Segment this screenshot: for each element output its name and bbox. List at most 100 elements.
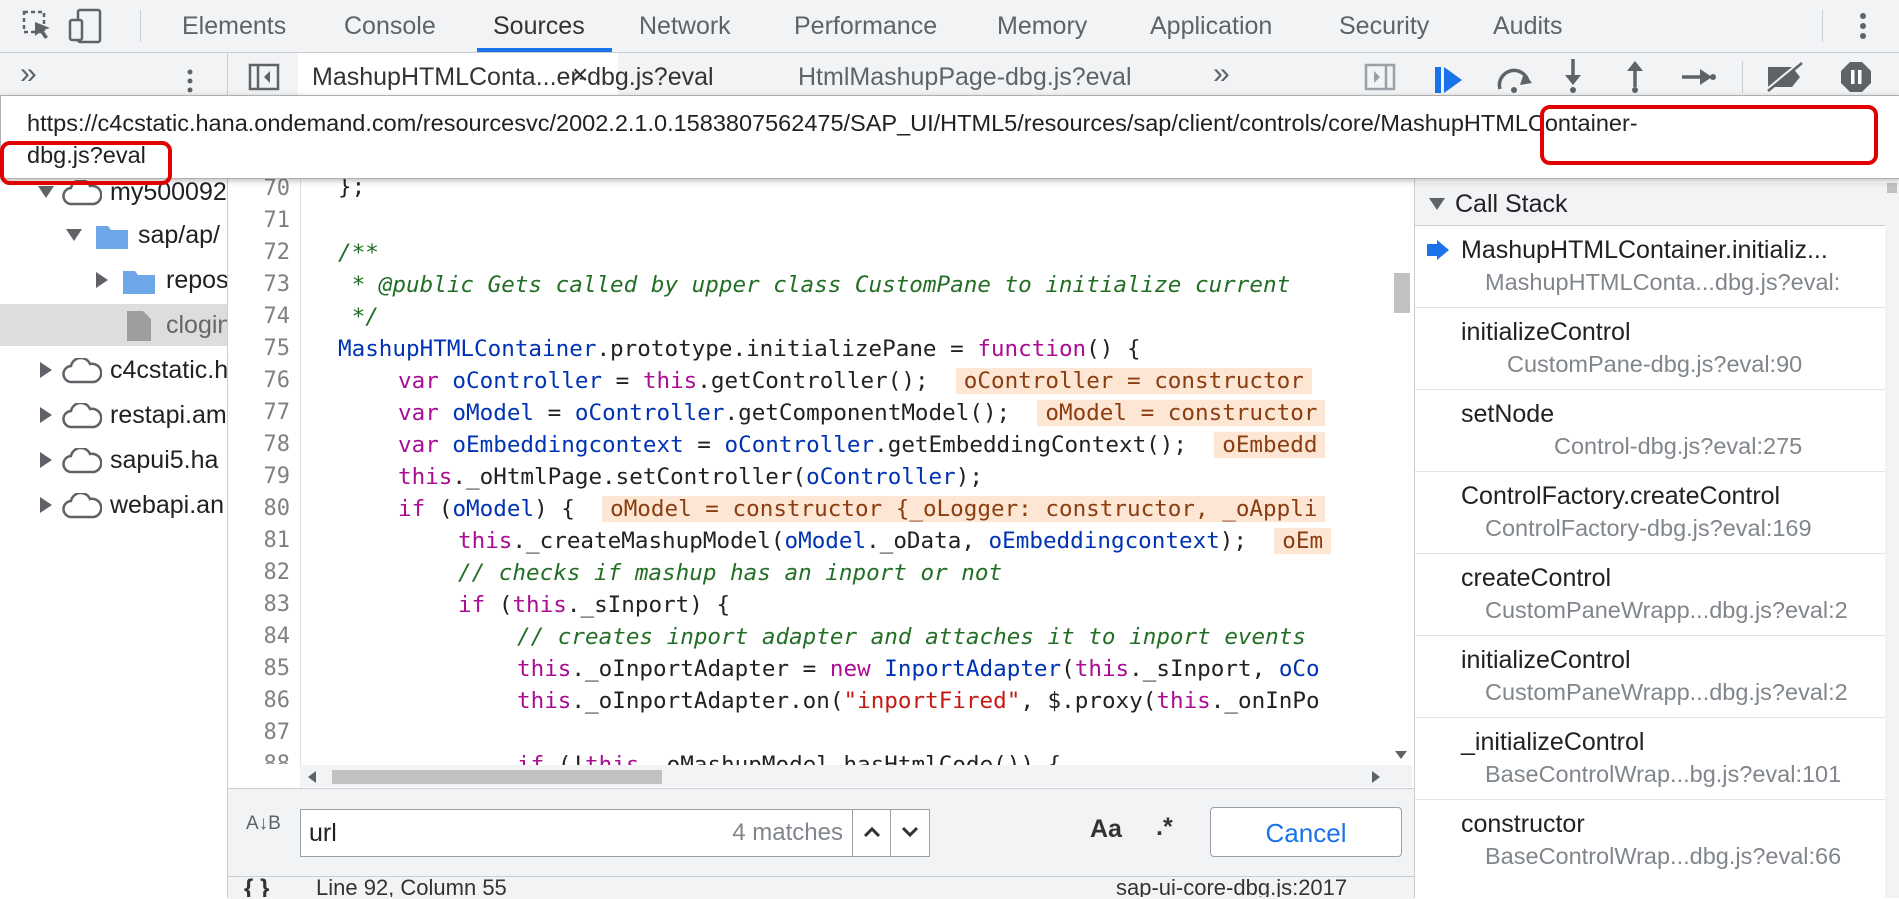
match-case-button[interactable]: Aa <box>1090 815 1122 844</box>
frame-location[interactable]: BaseControlWrap...bg.js?eval:101 <box>1485 761 1841 788</box>
frame-location[interactable]: CustomPaneWrapp...dbg.js?eval:2 <box>1485 679 1848 706</box>
folder-icon <box>96 226 128 249</box>
line-number[interactable]: 87 <box>228 720 291 745</box>
call-frame[interactable]: MashupHTMLContainer.initializ... MashupH… <box>1415 226 1885 308</box>
call-frame[interactable]: setNode Control-dbg.js?eval:275 <box>1415 390 1885 472</box>
scrollbar-thumb[interactable] <box>332 770 662 784</box>
scroll-down-icon[interactable] <box>1395 751 1407 759</box>
toggle-navigator-icon[interactable] <box>248 63 280 91</box>
call-frame[interactable]: initializeControl CustomPaneWrapp...dbg.… <box>1415 636 1885 718</box>
frame-location[interactable]: MashupHTMLConta...dbg.js?eval: <box>1485 269 1840 296</box>
tab-application[interactable]: Application <box>1150 0 1272 52</box>
more-tabs-icon[interactable]: » <box>1213 57 1230 91</box>
cancel-button[interactable]: Cancel <box>1210 807 1402 857</box>
line-number[interactable]: 76 <box>228 368 291 393</box>
folder-icon <box>123 271 155 294</box>
tab-performance[interactable]: Performance <box>794 0 937 52</box>
call-frame[interactable]: constructor BaseControlWrap...dbg.js?eva… <box>1415 800 1885 898</box>
toggle-debugger-icon[interactable] <box>1364 63 1396 91</box>
scroll-right-icon[interactable] <box>1372 771 1380 783</box>
call-frame[interactable]: ControlFactory.createControl ControlFact… <box>1415 472 1885 554</box>
call-frame[interactable]: initializeControl CustomPane-dbg.js?eval… <box>1415 308 1885 390</box>
call-stack-header[interactable]: Call Stack <box>1415 183 1885 226</box>
tree-item-repos[interactable]: repos <box>0 260 227 300</box>
tree-item-webapi[interactable]: webapi.an <box>0 485 227 525</box>
step-over-icon[interactable] <box>1494 63 1534 93</box>
tree-item-c4cstatic[interactable]: c4cstatic.h <box>0 350 227 390</box>
step-out-icon[interactable] <box>1624 59 1646 93</box>
line-number[interactable]: 88 <box>228 752 291 764</box>
line-number[interactable]: 77 <box>228 400 291 425</box>
scrollbar-thumb[interactable] <box>1394 273 1410 313</box>
tree-item-sap-ap[interactable]: sap/ap/ <box>0 215 227 255</box>
code-line-76: var oController = this.getController(); … <box>398 368 1312 394</box>
vertical-scrollbar[interactable] <box>1390 101 1412 765</box>
line-number[interactable]: 85 <box>228 656 291 681</box>
line-number[interactable]: 78 <box>228 432 291 457</box>
tab-sources[interactable]: Sources <box>493 0 585 52</box>
tab-audits[interactable]: Audits <box>1493 0 1562 52</box>
tab-memory[interactable]: Memory <box>997 0 1087 52</box>
line-number[interactable]: 80 <box>228 496 291 521</box>
step-icon[interactable] <box>1682 65 1716 89</box>
editor-tab-htmlmashuppage[interactable]: HtmlMashupPage-dbg.js?eval <box>798 63 1132 92</box>
line-number[interactable]: 82 <box>228 560 291 585</box>
code-line-72: /** <box>338 240 379 266</box>
scrollbar-thumb[interactable] <box>1887 183 1897 193</box>
code-line-78: var oEmbeddingcontext = oController.getE… <box>398 432 1326 458</box>
line-number[interactable]: 84 <box>228 624 291 649</box>
step-into-icon[interactable] <box>1562 59 1584 93</box>
tab-network[interactable]: Network <box>639 0 731 52</box>
call-frame[interactable]: createControl CustomPaneWrapp...dbg.js?e… <box>1415 554 1885 636</box>
cloud-icon <box>62 403 102 429</box>
pause-on-exceptions-icon[interactable] <box>1840 61 1872 93</box>
line-number[interactable]: 73 <box>228 272 291 297</box>
tab-console[interactable]: Console <box>344 0 436 52</box>
close-tab-icon[interactable]: × <box>572 59 588 91</box>
replace-toggle-icon[interactable]: A↓B <box>246 813 281 835</box>
horizontal-scrollbar[interactable] <box>300 765 1412 787</box>
inspect-element-icon[interactable] <box>22 10 54 42</box>
line-number[interactable]: 72 <box>228 240 291 265</box>
more-panels-icon[interactable]: » <box>20 57 37 91</box>
frame-location[interactable]: CustomPane-dbg.js?eval:90 <box>1507 351 1802 378</box>
line-number[interactable]: 79 <box>228 464 291 489</box>
previous-match-button[interactable] <box>852 809 892 857</box>
source-file-link[interactable]: sap-ui-core-dbg.js:2017 <box>1116 875 1347 897</box>
device-toolbar-icon[interactable] <box>68 8 102 44</box>
tree-item-clogin[interactable]: clogin <box>0 304 227 346</box>
resume-icon[interactable] <box>1434 67 1464 93</box>
tree-item-restapi[interactable]: restapi.am <box>0 395 227 435</box>
line-number[interactable]: 70 <box>228 176 291 201</box>
tab-security[interactable]: Security <box>1339 0 1429 52</box>
regex-button[interactable]: .* <box>1156 813 1173 842</box>
pretty-print-button[interactable]: { } <box>244 875 269 897</box>
line-number[interactable]: 83 <box>228 592 291 617</box>
inline-value-badge: oModel = constructor <box>1037 400 1326 426</box>
highlight-box-extension <box>0 141 172 185</box>
expanded-triangle-icon <box>38 186 54 198</box>
line-number[interactable]: 71 <box>228 208 291 233</box>
scroll-left-icon[interactable] <box>308 771 316 783</box>
frame-location[interactable]: Control-dbg.js?eval:275 <box>1554 433 1802 460</box>
line-number[interactable]: 74 <box>228 304 291 329</box>
next-match-button[interactable] <box>890 809 930 857</box>
editor-tab-mashuphtmlcontainer[interactable]: MashupHTMLConta...er-dbg.js?eval × <box>298 53 714 101</box>
frame-location[interactable]: BaseControlWrap...dbg.js?eval:66 <box>1485 843 1841 870</box>
line-number[interactable]: 81 <box>228 528 291 553</box>
line-number[interactable]: 75 <box>228 336 291 361</box>
navigator-menu-icon[interactable] <box>184 67 196 97</box>
tree-item-sapui5[interactable]: sapui5.ha <box>0 440 227 480</box>
search-input[interactable]: url 4 matches <box>300 809 854 857</box>
match-count: 4 matches <box>732 819 843 846</box>
line-number[interactable]: 86 <box>228 688 291 713</box>
code-line-84: // creates inport adapter and attaches i… <box>517 624 1306 650</box>
deactivate-breakpoints-icon[interactable] <box>1764 61 1804 93</box>
frame-location[interactable]: CustomPaneWrapp...dbg.js?eval:2 <box>1485 597 1848 624</box>
sidebar-scrollbar[interactable] <box>1885 183 1899 898</box>
frame-location[interactable]: ControlFactory-dbg.js?eval:169 <box>1485 515 1812 542</box>
more-options-icon[interactable] <box>1855 10 1871 42</box>
tab-elements[interactable]: Elements <box>182 0 286 52</box>
call-frame[interactable]: _initializeControl BaseControlWrap...bg.… <box>1415 718 1885 800</box>
chevron-up-icon <box>864 826 880 838</box>
